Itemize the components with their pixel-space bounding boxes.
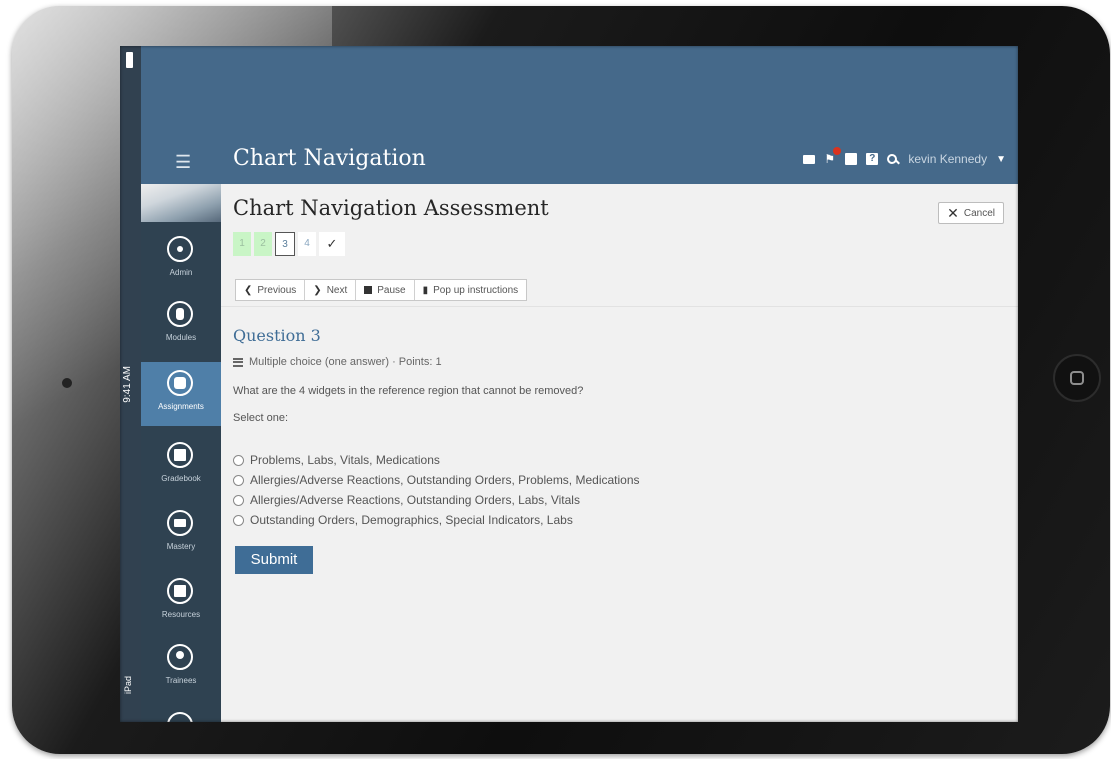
step-1[interactable]: 1	[233, 232, 251, 256]
sidebar-item-label: Mastery	[166, 542, 196, 551]
mail-icon[interactable]	[803, 154, 816, 164]
step-4[interactable]: 4	[298, 232, 316, 256]
sidebar-item-label: Modules	[165, 333, 197, 342]
answer-option[interactable]: Allergies/Adverse Reactions, Outstanding…	[233, 470, 640, 490]
sidebar-item-label: Trainees	[165, 676, 197, 685]
sidebar-item-label: Resources	[161, 610, 201, 619]
question-steps: 1 2 3 4 ✓	[233, 232, 345, 256]
chevron-down-icon[interactable]: ▼	[996, 154, 1006, 165]
app-title: Chart Navigation	[233, 146, 426, 171]
user-menu[interactable]: kevin Kennedy	[908, 152, 987, 166]
answer-option[interactable]: Outstanding Orders, Demographics, Specia…	[233, 510, 640, 530]
modules-icon	[167, 301, 193, 327]
answer-option[interactable]: Allergies/Adverse Reactions, Outstanding…	[233, 490, 640, 510]
page-title: Chart Navigation Assessment	[233, 196, 549, 220]
sidebar-item-gradebook[interactable]: Gradebook	[141, 434, 221, 498]
cancel-button[interactable]: ✕ Cancel	[938, 202, 1004, 224]
answer-options: Problems, Labs, Vitals, Medications Alle…	[233, 450, 640, 530]
gradebook-icon	[167, 442, 193, 468]
question-meta-text: Multiple choice (one answer) · Points: 1	[249, 356, 442, 368]
sidebar-item-label: Admin	[169, 268, 193, 277]
sidebar-item-more[interactable]	[141, 704, 221, 722]
radio-button[interactable]	[233, 474, 244, 486]
assignments-icon	[167, 370, 193, 396]
notification-icon[interactable]: ⚑	[824, 147, 842, 165]
sidebar-banner-image	[141, 184, 221, 222]
radio-button[interactable]	[233, 514, 244, 526]
step-3[interactable]: 3	[275, 232, 295, 256]
pause-icon	[364, 286, 373, 294]
answer-option-label: Allergies/Adverse Reactions, Outstanding…	[250, 493, 580, 507]
device-name: iPad	[123, 676, 133, 695]
popup-label: Pop up instructions	[433, 284, 519, 296]
sidebar-item-label: Gradebook	[161, 474, 201, 483]
assessment-toolbar: ❮ Previous ❯ Next Pause ▮ Pop up instruc…	[235, 279, 528, 301]
answer-option-label: Problems, Labs, Vitals, Medications	[250, 453, 440, 467]
home-button[interactable]	[1053, 354, 1101, 402]
previous-button[interactable]: ❮ Previous	[236, 280, 306, 300]
more-icon	[167, 712, 193, 722]
answer-option-label: Outstanding Orders, Demographics, Specia…	[250, 513, 573, 527]
main-content: Chart Navigation Assessment ✕ Cancel 1 2…	[221, 184, 1018, 722]
question-meta: Multiple choice (one answer) · Points: 1	[233, 356, 442, 368]
submit-button[interactable]: Submit	[235, 546, 313, 574]
battery-icon	[126, 52, 133, 68]
mastery-icon	[167, 510, 193, 536]
resources-icon	[167, 578, 193, 604]
next-label: Next	[326, 284, 348, 296]
header-band	[141, 46, 1018, 138]
answer-option-label: Allergies/Adverse Reactions, Outstanding…	[250, 473, 640, 487]
select-one-label: Select one:	[233, 412, 289, 424]
hamburger-icon[interactable]: ☰	[175, 152, 191, 173]
home-button-icon	[1070, 371, 1084, 385]
divider	[221, 306, 1018, 307]
comment-icon: ▮	[422, 284, 429, 296]
next-button[interactable]: ❯ Next	[305, 280, 357, 300]
ios-status-bar: 9:41 AM iPad	[120, 46, 141, 722]
gear-icon	[167, 236, 193, 262]
cancel-label: Cancel	[963, 207, 995, 219]
sidebar-item-label: Assignments	[158, 402, 204, 411]
popup-instructions-button[interactable]: ▮ Pop up instructions	[415, 280, 527, 300]
chevron-right-icon: ❯	[313, 284, 322, 296]
screen: 9:41 AM iPad ☰ Chart Navigation ⚑ ? kevi…	[120, 46, 1018, 722]
sidebar-item-admin[interactable]: Admin	[141, 228, 221, 292]
sidebar-item-assignments[interactable]: Assignments	[141, 362, 221, 426]
top-bar: ☰ Chart Navigation ⚑ ? kevin Kennedy ▼	[141, 138, 1018, 184]
calendar-icon[interactable]	[845, 153, 858, 165]
pause-button[interactable]: Pause	[356, 280, 415, 300]
notification-badge	[833, 147, 842, 155]
sidebar-item-resources[interactable]: Resources	[141, 570, 221, 634]
question-title: Question 3	[233, 326, 321, 345]
chevron-left-icon: ❮	[244, 284, 253, 296]
sidebar-item-mastery[interactable]: Mastery	[141, 502, 221, 566]
question-text: What are the 4 widgets in the reference …	[233, 385, 584, 397]
pause-label: Pause	[377, 284, 406, 296]
radio-button[interactable]	[233, 494, 244, 506]
previous-label: Previous	[257, 284, 297, 296]
list-icon	[233, 357, 243, 367]
answer-option[interactable]: Problems, Labs, Vitals, Medications	[233, 450, 640, 470]
sidebar: Admin Modules Assignments Gradebook Mast…	[141, 184, 221, 722]
trainees-icon	[167, 644, 193, 670]
step-2[interactable]: 2	[254, 232, 272, 256]
help-icon[interactable]: ?	[866, 153, 879, 165]
top-icons: ⚑ ? kevin Kennedy ▼	[803, 147, 1006, 166]
sidebar-item-modules[interactable]: Modules	[141, 293, 221, 357]
close-icon: ✕	[947, 204, 959, 221]
front-camera	[62, 378, 72, 388]
step-finish[interactable]: ✓	[319, 232, 345, 256]
sidebar-item-trainees[interactable]: Trainees	[141, 636, 221, 700]
status-time: 9:41 AM	[122, 366, 133, 403]
search-icon[interactable]	[887, 154, 898, 164]
radio-button[interactable]	[233, 454, 244, 466]
